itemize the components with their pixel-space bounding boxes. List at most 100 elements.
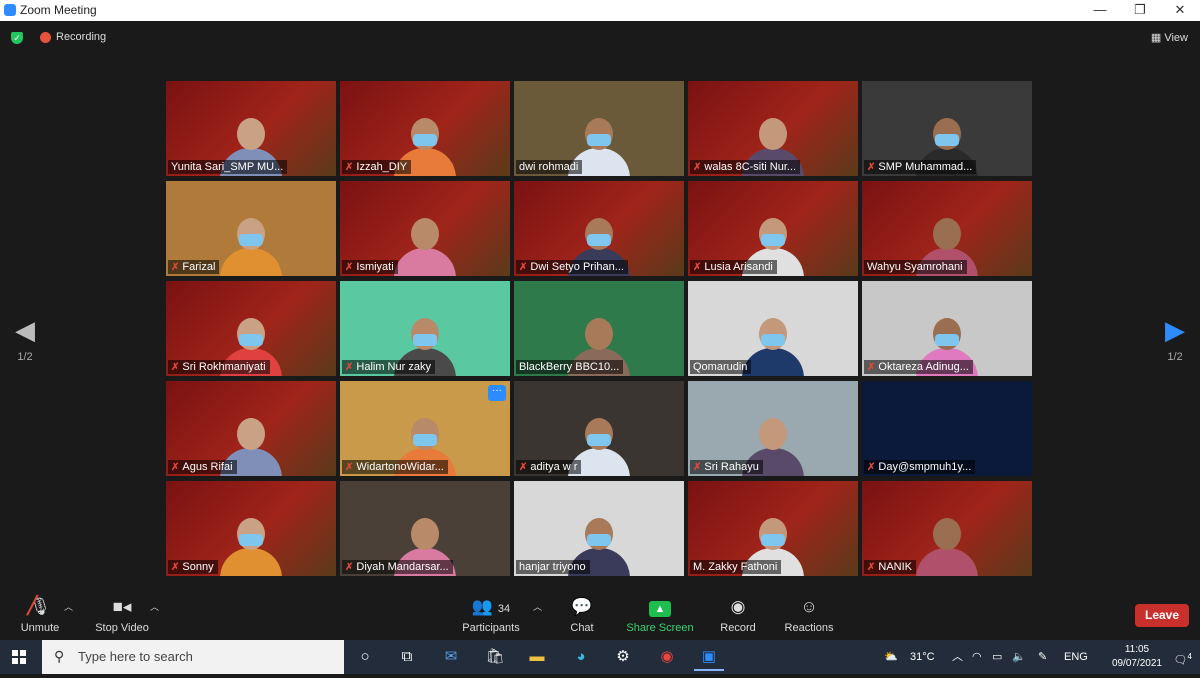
participant-video-tile[interactable]: ✗ Agus Rifai [166, 381, 336, 476]
restore-button[interactable]: ❐ [1120, 0, 1160, 21]
participant-name: Day@smpmuh1y... [878, 461, 972, 473]
settings-gear-icon[interactable]: ⚙ [608, 645, 638, 669]
store-icon[interactable]: 🛍 [480, 645, 510, 669]
participant-video-tile[interactable]: ✗ Day@smpmuh1y... [862, 381, 1032, 476]
participant-video-tile[interactable]: hanjar triyono [514, 481, 684, 576]
smiley-plus-icon: ☺ [800, 597, 818, 616]
view-label: View [1164, 32, 1188, 44]
security-shield-icon[interactable]: ✓ [11, 32, 23, 44]
participant-name: WidartonoWidar... [356, 461, 444, 473]
zoom-app-icon[interactable]: ▣ [694, 645, 724, 671]
share-screen-button[interactable]: ▲ Share Screen [626, 596, 694, 634]
participants-button[interactable]: 👥 34 Participants [460, 596, 522, 634]
edge-browser-icon[interactable]: ◕ [566, 645, 596, 669]
view-button[interactable]: ▦ View [1151, 31, 1188, 44]
participant-silhouette [216, 510, 286, 576]
task-view-icon[interactable]: ⧉ [392, 645, 422, 669]
chat-button[interactable]: 💬 Chat [566, 596, 598, 634]
more-options-icon[interactable]: ··· [488, 385, 506, 401]
participant-video-tile[interactable]: ✗ NANIK [862, 481, 1032, 576]
close-button[interactable]: ✕ [1160, 0, 1200, 21]
windows-start-icon[interactable] [12, 650, 26, 664]
chrome-browser-icon[interactable]: ◉ [652, 645, 682, 669]
participant-video-tile[interactable]: ✗ Halim Nur zaky [340, 281, 510, 376]
file-explorer-icon[interactable]: ▬ [522, 645, 552, 669]
muted-microphone-icon: ✗ [867, 161, 876, 173]
participants-options-chevron-icon[interactable]: ︿ [533, 600, 542, 613]
window-titlebar: Zoom Meeting — ❐ ✕ [0, 0, 1200, 21]
participant-video-tile[interactable]: Wahyu Syamrohani [862, 181, 1032, 276]
cortana-icon[interactable]: ○ [350, 645, 380, 669]
chat-bubble-icon: 💬 [571, 597, 593, 616]
muted-microphone-icon: ✗ [693, 161, 702, 173]
participant-video-tile[interactable]: ✗ Sri Rahayu [688, 381, 858, 476]
participant-name: Sri Rahayu [704, 461, 759, 473]
battery-icon[interactable]: ▭ [992, 640, 1002, 674]
participant-video-tile[interactable]: ✗ SMP Muhammad... [862, 81, 1032, 176]
participant-name: BlackBerry BBC10... [519, 361, 620, 373]
mail-icon[interactable]: ✉ [436, 645, 466, 669]
participant-name: NANIK [878, 561, 913, 573]
participant-video-tile[interactable]: ✗ Oktareza Adinug... [862, 281, 1032, 376]
participant-video-tile[interactable]: ✗ aditya w r [514, 381, 684, 476]
participant-name: Lusia Arisandi [704, 261, 773, 273]
participant-video-tile[interactable]: Yunita Sari_SMP MU... [166, 81, 336, 176]
participant-name-bar: ✗ Sonny [168, 560, 218, 574]
chevron-right-icon: ▶ [1165, 315, 1185, 345]
next-page-button[interactable]: ▶ 1/2 [1160, 317, 1190, 363]
participant-name-bar: Qomarudin [690, 360, 752, 374]
record-button[interactable]: ◉ Record [718, 596, 758, 634]
participant-silhouette [216, 210, 286, 276]
participant-video-tile[interactable]: dwi rohmadi [514, 81, 684, 176]
participant-video-tile[interactable]: Qomarudin [688, 281, 858, 376]
participant-name-bar: ✗ WidartonoWidar... [342, 460, 448, 474]
muted-microphone-icon: ✗ [171, 561, 180, 573]
page-indicator-right: 1/2 [1167, 351, 1183, 363]
participant-video-tile[interactable]: M. Zakky Fathoni [688, 481, 858, 576]
participant-name: SMP Muhammad... [878, 161, 973, 173]
participant-video-tile[interactable]: ✗ Farizal [166, 181, 336, 276]
unmute-button[interactable]: 🎙 ╱ Unmute [20, 596, 60, 634]
participant-name-bar: ✗ Farizal [168, 260, 220, 274]
participant-name-bar: dwi rohmadi [516, 160, 583, 174]
notifications-icon[interactable]: 🗨4 [1174, 640, 1192, 674]
participant-video-tile[interactable]: ✗ Sri Rokhmaniyati [166, 281, 336, 376]
participant-video-tile[interactable]: ✗ Dwi Setyo Prihan... [514, 181, 684, 276]
participant-video-tile[interactable]: ··· ✗ WidartonoWidar... [340, 381, 510, 476]
participant-name: Wahyu Syamrohani [867, 261, 963, 273]
audio-options-chevron-icon[interactable]: ︿ [64, 600, 73, 613]
participant-video-tile[interactable]: ✗ walas 8C-siti Nur... [688, 81, 858, 176]
participant-video-tile[interactable]: ✗ Izzah_DIY [340, 81, 510, 176]
participant-name: aditya w r [530, 461, 578, 473]
participant-video-tile[interactable]: ✗ Sonny [166, 481, 336, 576]
participant-name-bar: ✗ Oktareza Adinug... [864, 360, 973, 374]
taskbar-search-box[interactable]: ⚲ Type here to search [42, 640, 344, 674]
participant-name-bar: ✗ Day@smpmuh1y... [864, 460, 976, 474]
stop-video-button[interactable]: ■◂ Stop Video [94, 596, 150, 634]
participant-name-bar: ✗ Halim Nur zaky [342, 360, 435, 374]
participant-video-tile[interactable]: BlackBerry BBC10... [514, 281, 684, 376]
previous-page-button[interactable]: ◀ 1/2 [10, 317, 40, 363]
temperature-label[interactable]: 31°C [910, 640, 935, 674]
show-hidden-icons-chevron-icon[interactable]: ︿ [952, 640, 963, 674]
reactions-button[interactable]: ☺ Reactions [784, 596, 834, 634]
unmute-label: Unmute [20, 622, 60, 634]
chevron-left-icon: ◀ [15, 315, 35, 345]
taskbar-clock[interactable]: 11:05 09/07/2021 [1112, 643, 1162, 671]
volume-icon[interactable]: 🔈 [1012, 640, 1026, 674]
pen-icon[interactable]: ✎ [1038, 640, 1047, 674]
participants-label: Participants [462, 622, 520, 634]
language-indicator[interactable]: ENG [1064, 640, 1088, 674]
minimize-button[interactable]: — [1080, 0, 1120, 21]
participant-video-tile[interactable]: ✗ Diyah Mandarsar... [340, 481, 510, 576]
leave-button[interactable]: Leave [1135, 604, 1189, 627]
clock-date: 09/07/2021 [1111, 658, 1162, 669]
participant-name-bar: ✗ aditya w r [516, 460, 582, 474]
video-options-chevron-icon[interactable]: ︿ [150, 600, 159, 613]
participant-video-tile[interactable]: ✗ Ismiyati [340, 181, 510, 276]
search-icon: ⚲ [54, 648, 65, 664]
weather-icon[interactable]: ⛅ [884, 640, 898, 674]
participant-video-tile[interactable]: ✗ Lusia Arisandi [688, 181, 858, 276]
wifi-icon[interactable]: ◠ [972, 640, 982, 674]
recording-indicator[interactable]: Recording [40, 31, 106, 43]
